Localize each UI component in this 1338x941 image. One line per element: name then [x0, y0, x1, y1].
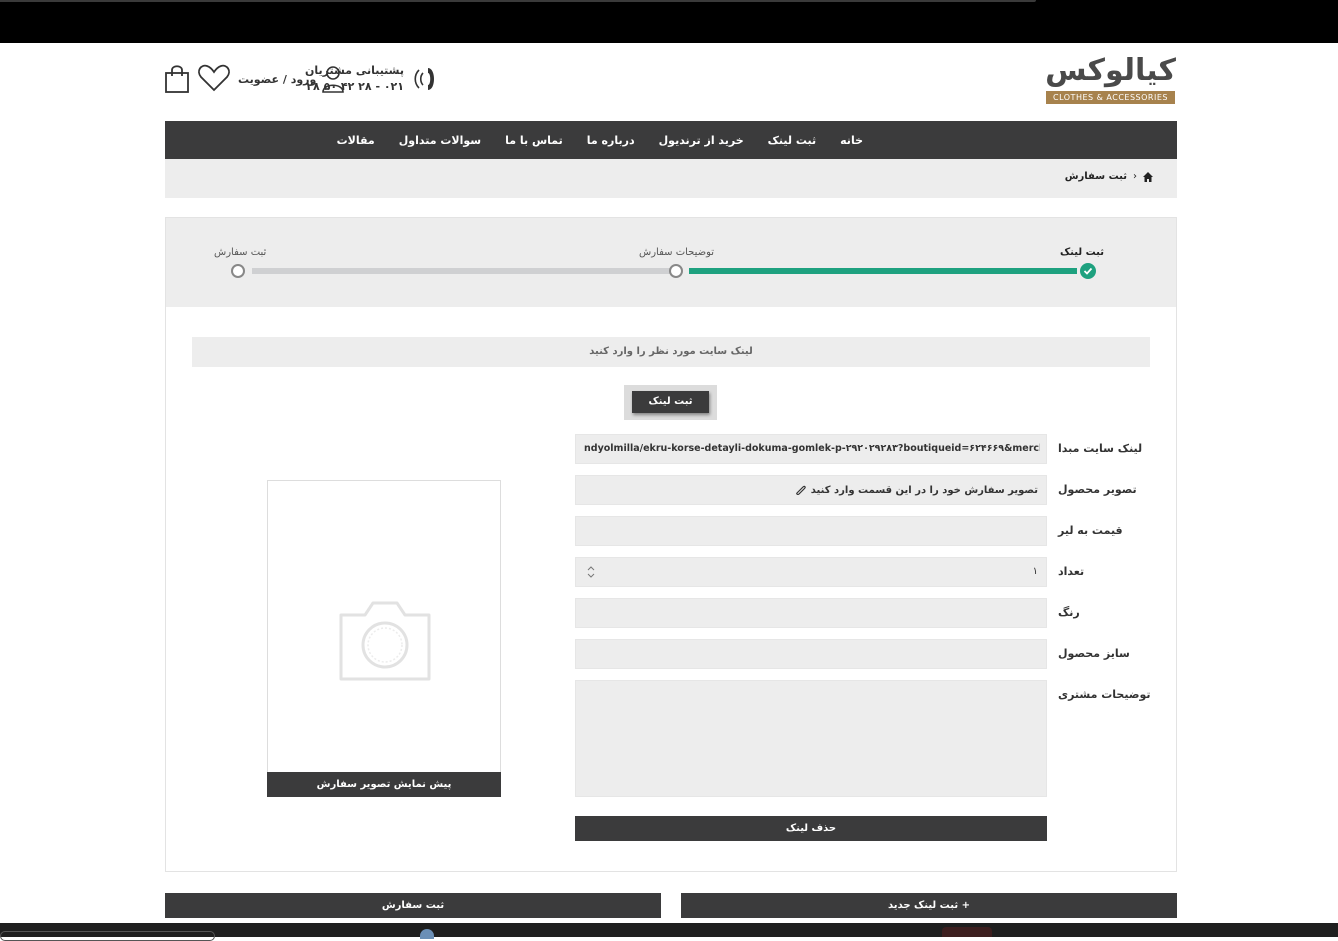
- home-icon[interactable]: [1143, 171, 1153, 182]
- label-quantity: تعداد: [1058, 565, 1085, 578]
- progress-steps: ثبت لینک توضیحات سفارش ثبت سفارش: [166, 218, 1176, 307]
- source-link-field[interactable]: ndyolmilla/ekru-korse-detayli-dokuma-gom…: [575, 434, 1047, 464]
- step-dot-register-link: [1080, 263, 1096, 279]
- step-dot-submit-order: [231, 264, 245, 278]
- color-field[interactable]: [575, 598, 1047, 628]
- progress-track-2: [252, 268, 670, 274]
- taskbar-search[interactable]: [0, 931, 215, 941]
- quantity-stepper[interactable]: ۱: [575, 557, 1047, 587]
- size-field[interactable]: [575, 639, 1047, 669]
- breadcrumb-separator: ‹: [1133, 171, 1137, 182]
- progress-track-1: [689, 268, 1077, 274]
- nav-item-articles[interactable]: مقالات: [325, 134, 387, 147]
- taskbar: [0, 923, 1338, 941]
- nav-item-register-link[interactable]: ثبت لینک: [756, 134, 828, 147]
- customer-support[interactable]: پشتیبانی مشتریان ۰۲۱ - ۲۸ ۴۲ ۵۰ ۲۸: [305, 63, 442, 95]
- heart-icon[interactable]: [197, 62, 231, 94]
- new-link-button[interactable]: + ثبت لینک جدید: [681, 893, 1177, 918]
- step-dot-order-description: [669, 264, 683, 278]
- taskbar-app-icon-2[interactable]: [942, 927, 992, 937]
- delete-link-button[interactable]: حذف لینک: [575, 816, 1047, 841]
- label-price: قیمت به لیر: [1058, 524, 1123, 537]
- label-size: سایز محصول: [1058, 647, 1130, 660]
- taskbar-app-icon[interactable]: [420, 929, 434, 939]
- login-label: ورود / عضویت: [238, 72, 317, 86]
- user-icon: [322, 66, 345, 93]
- check-icon: [1083, 267, 1093, 275]
- nav-item-contact[interactable]: تماس با ما: [493, 134, 575, 147]
- breadcrumb-current: ثبت سفارش: [1064, 171, 1127, 182]
- order-panel: ثبت لینک توضیحات سفارش ثبت سفارش لینک سا…: [165, 217, 1177, 872]
- label-source-link: لینک سایت مبدا: [1058, 442, 1143, 455]
- login-register-link[interactable]: ورود / عضویت: [238, 64, 346, 94]
- quantity-value: ۱: [1032, 566, 1038, 577]
- preview-caption: پیش نمایش تصویر سفارش: [267, 772, 501, 797]
- logo-tagline: CLOTHES & ACCESSORIES: [1046, 91, 1175, 104]
- site-logo[interactable]: کیالوکس CLOTHES & ACCESSORIES: [1045, 53, 1177, 105]
- source-link-value: ndyolmilla/ekru-korse-detayli-dokuma-gom…: [584, 443, 1040, 454]
- submit-order-button[interactable]: ثبت سفارش: [165, 893, 661, 918]
- image-placeholder-text: تصویر سفارش خود را در این قسمت وارد کنید: [810, 484, 1038, 496]
- step-label-order-description: توضیحات سفارش: [639, 247, 715, 258]
- nav-item-home[interactable]: خانه: [828, 134, 875, 147]
- browser-top-bar: [0, 0, 1338, 43]
- product-image-placeholder: تصویر سفارش خود را در این قسمت وارد کنید: [794, 484, 1038, 496]
- register-link-button[interactable]: ثبت لینک: [632, 391, 709, 413]
- label-color: رنگ: [1058, 606, 1080, 619]
- customer-notes-textarea[interactable]: [575, 680, 1047, 797]
- price-field[interactable]: [575, 516, 1047, 546]
- breadcrumb: ‹ ثبت سفارش: [165, 159, 1177, 198]
- label-notes: توضیحات مشتری: [1058, 688, 1151, 701]
- phone-icon: [414, 68, 434, 90]
- step-label-submit-order: ثبت سفارش: [214, 247, 267, 258]
- camera-icon: [339, 601, 431, 681]
- register-link-wrap: ثبت لینک: [624, 385, 717, 420]
- step-label-register-link: ثبت لینک: [1059, 247, 1104, 258]
- nav-item-faq[interactable]: سوالات متداول: [387, 134, 493, 147]
- main-nav: خانه ثبت لینک خرید از ترندیول درباره ما …: [165, 121, 1177, 159]
- logo-wordmark: کیالوکس: [1045, 53, 1177, 88]
- nav-item-about[interactable]: درباره ما: [575, 134, 647, 147]
- link-hint: لینک سایت مورد نظر را وارد کنید: [192, 337, 1150, 367]
- bag-icon[interactable]: [163, 63, 191, 95]
- product-image-field[interactable]: تصویر سفارش خود را در این قسمت وارد کنید: [575, 475, 1047, 505]
- stepper-arrows-icon[interactable]: [586, 565, 596, 579]
- order-image-preview: پیش نمایش تصویر سفارش: [267, 480, 501, 797]
- label-product-image: تصویر محصول: [1058, 483, 1137, 496]
- browser-tab-strip: [0, 0, 1036, 2]
- paperclip-icon: [795, 485, 806, 496]
- nav-item-buy-trendyol[interactable]: خرید از ترندیول: [647, 134, 756, 147]
